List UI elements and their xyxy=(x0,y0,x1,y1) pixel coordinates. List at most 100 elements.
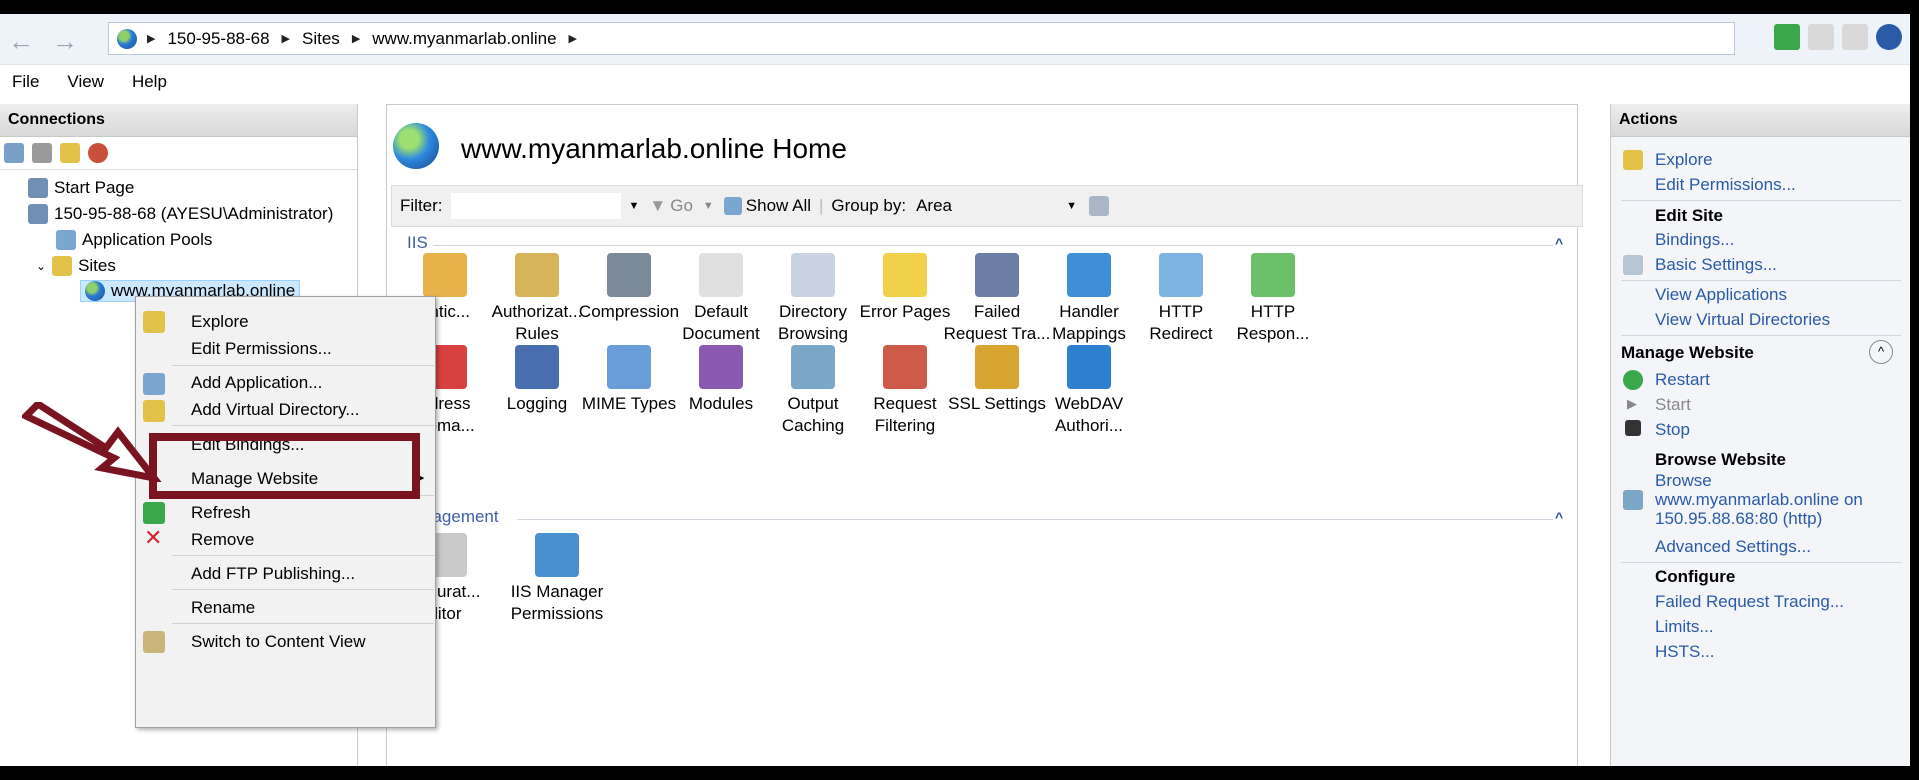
action-view-applications[interactable]: View Applications xyxy=(1655,285,1787,305)
save-icon[interactable] xyxy=(32,143,52,163)
collapse-management-icon[interactable]: ^ xyxy=(1555,509,1563,525)
section-divider xyxy=(517,519,1553,520)
feature-label: IIS Manager xyxy=(510,582,604,601)
menu-file[interactable]: File xyxy=(12,72,39,92)
action-stop[interactable]: Stop xyxy=(1655,420,1690,440)
browse-icon xyxy=(1623,490,1643,510)
feature-icon xyxy=(1251,253,1295,297)
view-mode-icon[interactable] xyxy=(1088,196,1109,216)
divider xyxy=(1621,280,1901,281)
globe-icon xyxy=(117,28,137,49)
restart-icon xyxy=(1623,370,1643,390)
feature-icon xyxy=(515,253,559,297)
globe-icon xyxy=(393,123,439,169)
menu-item-add-ftp-publishing[interactable]: Add FTP Publishing... xyxy=(191,564,355,584)
heading-edit-site: Edit Site xyxy=(1655,206,1724,225)
action-advanced-settings[interactable]: Advanced Settings... xyxy=(1655,537,1811,557)
tree-label: Sites xyxy=(78,256,116,275)
feature-item[interactable]: HTTP Respon... xyxy=(1219,253,1327,345)
feature-item[interactable]: WebDAV Authori... xyxy=(1035,345,1143,437)
feature-label-line2: Rules xyxy=(515,324,559,343)
highlight-box xyxy=(149,433,420,499)
feature-label-line2: Respon... xyxy=(1236,324,1310,343)
action-edit-permissions[interactable]: Edit Permissions... xyxy=(1655,175,1796,195)
action-limits[interactable]: Limits... xyxy=(1655,617,1714,637)
menu-item-remove[interactable]: Remove xyxy=(191,530,254,550)
show-all-button[interactable]: Show All xyxy=(746,196,811,216)
chevron-down-icon[interactable]: ▼ xyxy=(1066,200,1077,212)
heading-configure: Configure xyxy=(1655,567,1736,586)
menu-separator xyxy=(172,623,434,624)
basic-settings-icon xyxy=(1623,255,1643,275)
help-icon[interactable] xyxy=(1876,24,1902,50)
feature-label: WebDAV xyxy=(1054,394,1124,413)
collapse-iis-icon[interactable]: ^ xyxy=(1555,235,1563,251)
menu-item-add-application[interactable]: Add Application... xyxy=(191,373,322,393)
go-button[interactable]: Go xyxy=(670,196,693,216)
action-restart[interactable]: Restart xyxy=(1655,370,1710,390)
connect-icon[interactable] xyxy=(4,143,24,163)
refresh-icon[interactable] xyxy=(1774,24,1800,50)
feature-icon xyxy=(883,253,927,297)
feature-icon xyxy=(515,345,559,389)
menu-bar: File View Help xyxy=(0,65,1910,99)
collapse-icon[interactable]: ^ xyxy=(1869,340,1893,364)
up-folder-icon[interactable] xyxy=(60,143,80,163)
action-basic-settings[interactable]: Basic Settings... xyxy=(1655,255,1777,275)
action-failed-request-tracing[interactable]: Failed Request Tracing... xyxy=(1655,592,1844,612)
iis-manager-window: ← → ▶ 150-95-88-68 ▶ Sites ▶ www.myanmarlab… xyxy=(0,14,1910,766)
feature-icon xyxy=(1067,253,1111,297)
tree-item-app-pools[interactable]: Application Pools xyxy=(56,230,212,250)
feature-icon xyxy=(1067,345,1111,389)
feature-icon xyxy=(791,253,835,297)
divider xyxy=(1621,200,1901,201)
tree-item-start-page[interactable]: Start Page xyxy=(28,178,134,198)
action-hsts[interactable]: HSTS... xyxy=(1655,642,1715,662)
chevron-down-icon[interactable]: ⌄ xyxy=(36,259,46,273)
feature-icon xyxy=(975,345,1019,389)
action-explore[interactable]: Explore xyxy=(1655,150,1713,170)
action-browse[interactable]: Browse xyxy=(1655,471,1712,491)
menu-item-edit-permissions[interactable]: Edit Permissions... xyxy=(191,339,332,359)
chevron-down-icon[interactable]: ▼ xyxy=(703,200,714,212)
menu-item-explore[interactable]: Explore xyxy=(191,312,249,332)
tree-item-sites[interactable]: ⌄ Sites xyxy=(36,256,116,276)
menu-item-add-virtual-directory[interactable]: Add Virtual Directory... xyxy=(191,400,360,420)
menu-help[interactable]: Help xyxy=(132,72,167,92)
group-by-select[interactable]: Area xyxy=(916,196,1066,216)
filter-go-icon: ▼ xyxy=(649,196,667,215)
divider xyxy=(1621,335,1901,336)
feature-icon xyxy=(699,345,743,389)
menu-item-refresh[interactable]: Refresh xyxy=(191,503,251,523)
filter-input[interactable] xyxy=(450,193,621,219)
page-title: www.myanmarlab.online Home xyxy=(461,133,847,164)
forward-arrow-icon[interactable]: → xyxy=(52,26,78,57)
breadcrumb-server[interactable]: 150-95-88-68 xyxy=(167,29,269,49)
group-by-label: Group by: xyxy=(831,196,907,215)
action-start[interactable]: Start xyxy=(1655,395,1691,415)
breadcrumb-sites[interactable]: Sites xyxy=(302,29,340,49)
action-browse-url-line2[interactable]: 150.95.88.68:80 (http) xyxy=(1655,509,1822,529)
tree-label: Application Pools xyxy=(82,230,213,249)
menu-item-switch-to-content-view[interactable]: Switch to Content View xyxy=(191,632,366,652)
address-bar: ← → ▶ 150-95-88-68 ▶ Sites ▶ www.myanmarlab… xyxy=(0,14,1910,65)
divider xyxy=(1621,562,1901,563)
feature-item[interactable]: IIS Manager Permissions xyxy=(503,533,611,625)
disconnect-icon[interactable] xyxy=(88,143,108,163)
action-browse-url-line1[interactable]: www.myanmarlab.online on xyxy=(1655,490,1863,510)
chevron-down-icon[interactable]: ▼ xyxy=(629,200,640,212)
action-bindings[interactable]: Bindings... xyxy=(1655,230,1734,250)
feature-label-line2: Permissions xyxy=(510,604,604,623)
content-view-icon xyxy=(143,631,165,653)
stop-icon[interactable] xyxy=(1808,24,1834,50)
feature-icon xyxy=(423,253,467,297)
menu-item-rename[interactable]: Rename xyxy=(191,598,255,618)
toolbar-icons xyxy=(1774,24,1902,50)
tree-item-server[interactable]: 150-95-88-68 (AYESU\Administrator) xyxy=(28,204,333,224)
breadcrumb-site[interactable]: www.myanmarlab.online xyxy=(372,29,556,49)
action-view-virtual-directories[interactable]: View Virtual Directories xyxy=(1655,310,1830,330)
home-icon[interactable] xyxy=(1842,24,1868,50)
menu-view[interactable]: View xyxy=(67,72,104,92)
back-arrow-icon[interactable]: ← xyxy=(8,26,34,57)
breadcrumb[interactable]: ▶ 150-95-88-68 ▶ Sites ▶ www.myanmarlab.onl… xyxy=(108,22,1735,55)
